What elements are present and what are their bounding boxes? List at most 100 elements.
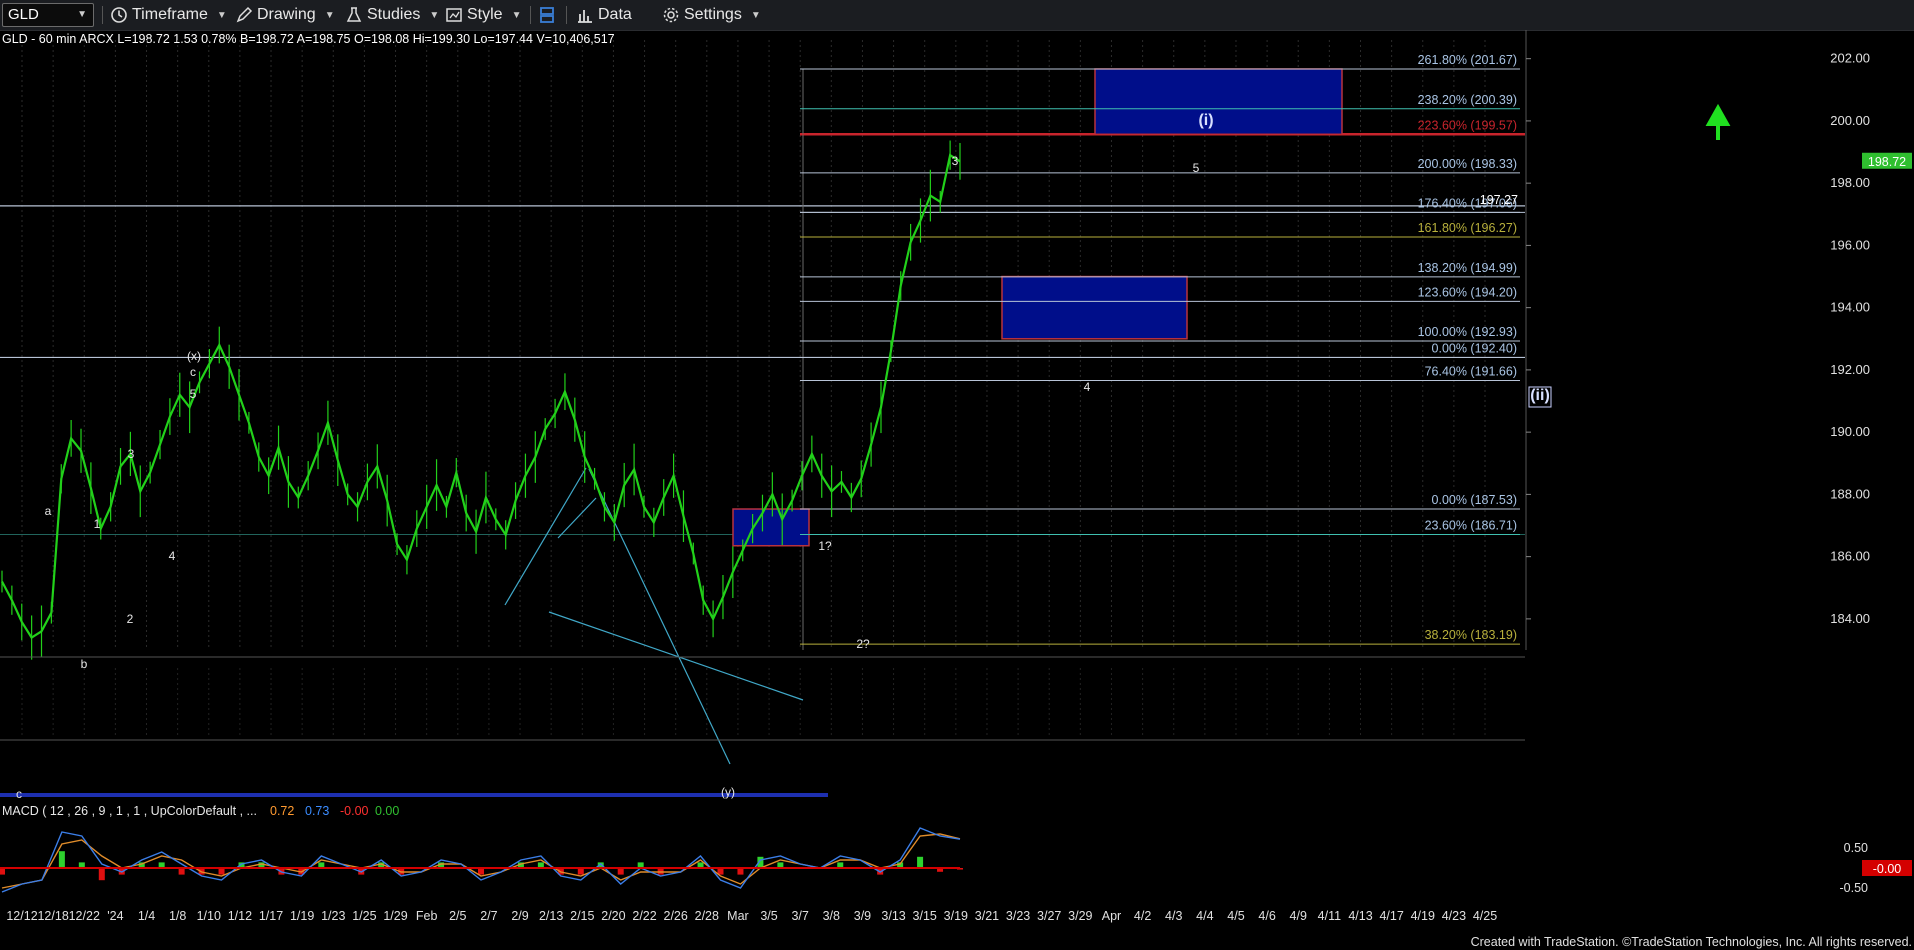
time-tick-label: 4/2 xyxy=(1134,909,1151,923)
wave-label: a xyxy=(45,504,52,518)
wave-4-target-box xyxy=(1001,275,1188,340)
fib-levels: 261.80% (201.67) 238.20% (200.39) 223.60% … xyxy=(800,53,1520,645)
time-tick-label: 2/7 xyxy=(480,909,497,923)
macd-histogram-bar xyxy=(58,851,65,869)
fib-label: 76.40% (191.66) xyxy=(1425,364,1517,378)
fib-label: 123.60% (194.20) xyxy=(1418,285,1517,299)
price-chart[interactable]: 261.80% (201.67)238.20% (200.39)223.60% … xyxy=(0,0,1914,950)
time-tick-label: 3/9 xyxy=(854,909,871,923)
time-tick-label: 1/17 xyxy=(259,909,283,923)
channel-line xyxy=(504,467,587,606)
time-tick-label: 3/23 xyxy=(1006,909,1030,923)
time-tick-label: 1/29 xyxy=(383,909,407,923)
fib-label: 100.00% (192.93) xyxy=(1418,325,1517,339)
fib-label: 161.80% (196.27) xyxy=(1418,221,1517,235)
time-tick-label: 1/12 xyxy=(228,909,252,923)
time-tick-label: 1/4 xyxy=(138,909,155,923)
time-tick-label: 4/6 xyxy=(1258,909,1275,923)
time-axis: 12/12 12/18 12/22 '24 1/4 1/8 1/10 1/12 1/17 1/19… xyxy=(6,909,1497,923)
channel-line xyxy=(588,468,731,765)
time-tick-label: 3/27 xyxy=(1037,909,1061,923)
wave-label: (i) xyxy=(1198,112,1213,129)
time-tick-label: Feb xyxy=(416,909,438,923)
time-tick-label: 12/12 xyxy=(6,909,37,923)
time-tick-label: 1/8 xyxy=(169,909,186,923)
fib-label: 0.00% (187.53) xyxy=(1432,493,1517,507)
wave-label: c xyxy=(190,365,196,379)
macd-value-tag-text: -0.00 xyxy=(1873,862,1902,876)
time-tick-label: 12/18 xyxy=(37,909,68,923)
time-tick-label: 3/21 xyxy=(975,909,999,923)
time-tick-label: 1/19 xyxy=(290,909,314,923)
wave-label: c xyxy=(16,787,22,801)
time-tick-label: 3/15 xyxy=(913,909,937,923)
price-tick-label: 198.00 xyxy=(1830,175,1870,190)
wave-label: 2 xyxy=(127,612,134,626)
time-tick-label: 4/3 xyxy=(1165,909,1182,923)
time-tick-label: 3/19 xyxy=(944,909,968,923)
time-tick-label: 4/11 xyxy=(1318,909,1341,923)
fib-label: 261.80% (201.67) xyxy=(1418,53,1517,67)
time-tick-label: 3/8 xyxy=(823,909,840,923)
time-tick-label: 3/7 xyxy=(791,909,808,923)
channel-line xyxy=(557,497,597,539)
time-tick-label: '24 xyxy=(107,909,123,923)
fib-label: 23.60% (186.71) xyxy=(1425,519,1517,533)
wave-label: (y) xyxy=(721,785,735,799)
macd-value: 0.00 xyxy=(375,804,399,818)
time-tick-label: 4/23 xyxy=(1442,909,1466,923)
time-tick-label: 4/19 xyxy=(1411,909,1435,923)
marker-price-text: 197.27 xyxy=(1480,193,1518,207)
time-tick-label: 2/9 xyxy=(511,909,528,923)
time-tick-label: 2/28 xyxy=(695,909,719,923)
fib-label: 200.00% (198.33) xyxy=(1418,157,1517,171)
wave-label: b xyxy=(81,657,88,671)
time-tick-label: 2/20 xyxy=(601,909,625,923)
fib-label: 0.00% (192.40) xyxy=(1432,341,1517,355)
price-tick-label: 192.00 xyxy=(1830,362,1870,377)
price-tick-label: 200.00 xyxy=(1830,113,1870,128)
macd-panel: MACD ( 12 , 26 , 9 , 1 , 1 , UpColorDefa… xyxy=(0,656,1912,895)
time-tick-label: 1/23 xyxy=(321,909,345,923)
fib-label: 138.20% (194.99) xyxy=(1418,261,1517,275)
time-tick-label: 3/5 xyxy=(760,909,777,923)
bottom-trend-bar xyxy=(0,793,828,797)
time-tick-label: 3/29 xyxy=(1068,909,1092,923)
macd-value: 0.73 xyxy=(305,804,329,818)
price-tick-label: 202.00 xyxy=(1830,51,1870,66)
wave-2-support-box xyxy=(732,508,810,547)
wave-label: 1 xyxy=(94,517,101,531)
current-price-text: 198.72 xyxy=(1868,155,1906,169)
time-tick-label: 4/4 xyxy=(1196,909,1213,923)
macd-tick-label: -0.50 xyxy=(1840,881,1869,895)
price-tick-label: 184.00 xyxy=(1830,611,1870,626)
wave-label: (ii) xyxy=(1530,387,1550,404)
footer-credit: Created with TradeStation. ©TradeStation… xyxy=(1470,935,1912,949)
wave-label: 3 xyxy=(952,154,959,168)
fib-label: 223.60% (199.57) xyxy=(1418,118,1517,132)
fib-label: 38.20% (183.19) xyxy=(1425,628,1517,642)
time-tick-label: 4/5 xyxy=(1227,909,1244,923)
time-tick-label: 2/15 xyxy=(570,909,594,923)
price-tick-label: 190.00 xyxy=(1830,424,1870,439)
chart-drawings xyxy=(0,68,1731,797)
price-axis: 202.00 200.00 198.00 196.00 194.00 192.00 190.… xyxy=(1480,30,1912,650)
macd-tick-label: 0.50 xyxy=(1844,841,1868,855)
time-tick-label: 4/13 xyxy=(1348,909,1372,923)
time-tick-label: 2/13 xyxy=(539,909,563,923)
macd-label: MACD ( 12 , 26 , 9 , 1 , 1 , UpColorDefa… xyxy=(2,804,257,818)
price-candles xyxy=(1,140,961,660)
time-tick-label: Apr xyxy=(1102,909,1121,923)
time-tick-label: 4/25 xyxy=(1473,909,1497,923)
time-tick-label: 2/22 xyxy=(632,909,656,923)
wave-label: 5 xyxy=(1193,161,1200,175)
wave-labels: a b c 1 2 3 4 5 c (x) 1? 2? 3 4 5 (i) (ii) (y) xyxy=(16,112,1552,801)
time-tick-label: 2/5 xyxy=(449,909,466,923)
time-tick-label: 4/17 xyxy=(1379,909,1403,923)
time-tick-label: 1/10 xyxy=(197,909,221,923)
time-tick-label: 4/9 xyxy=(1290,909,1307,923)
macd-line xyxy=(1,827,961,893)
time-tick-label: Mar xyxy=(727,909,749,923)
up-arrow-icon xyxy=(1705,103,1731,140)
price-line xyxy=(1,153,961,640)
